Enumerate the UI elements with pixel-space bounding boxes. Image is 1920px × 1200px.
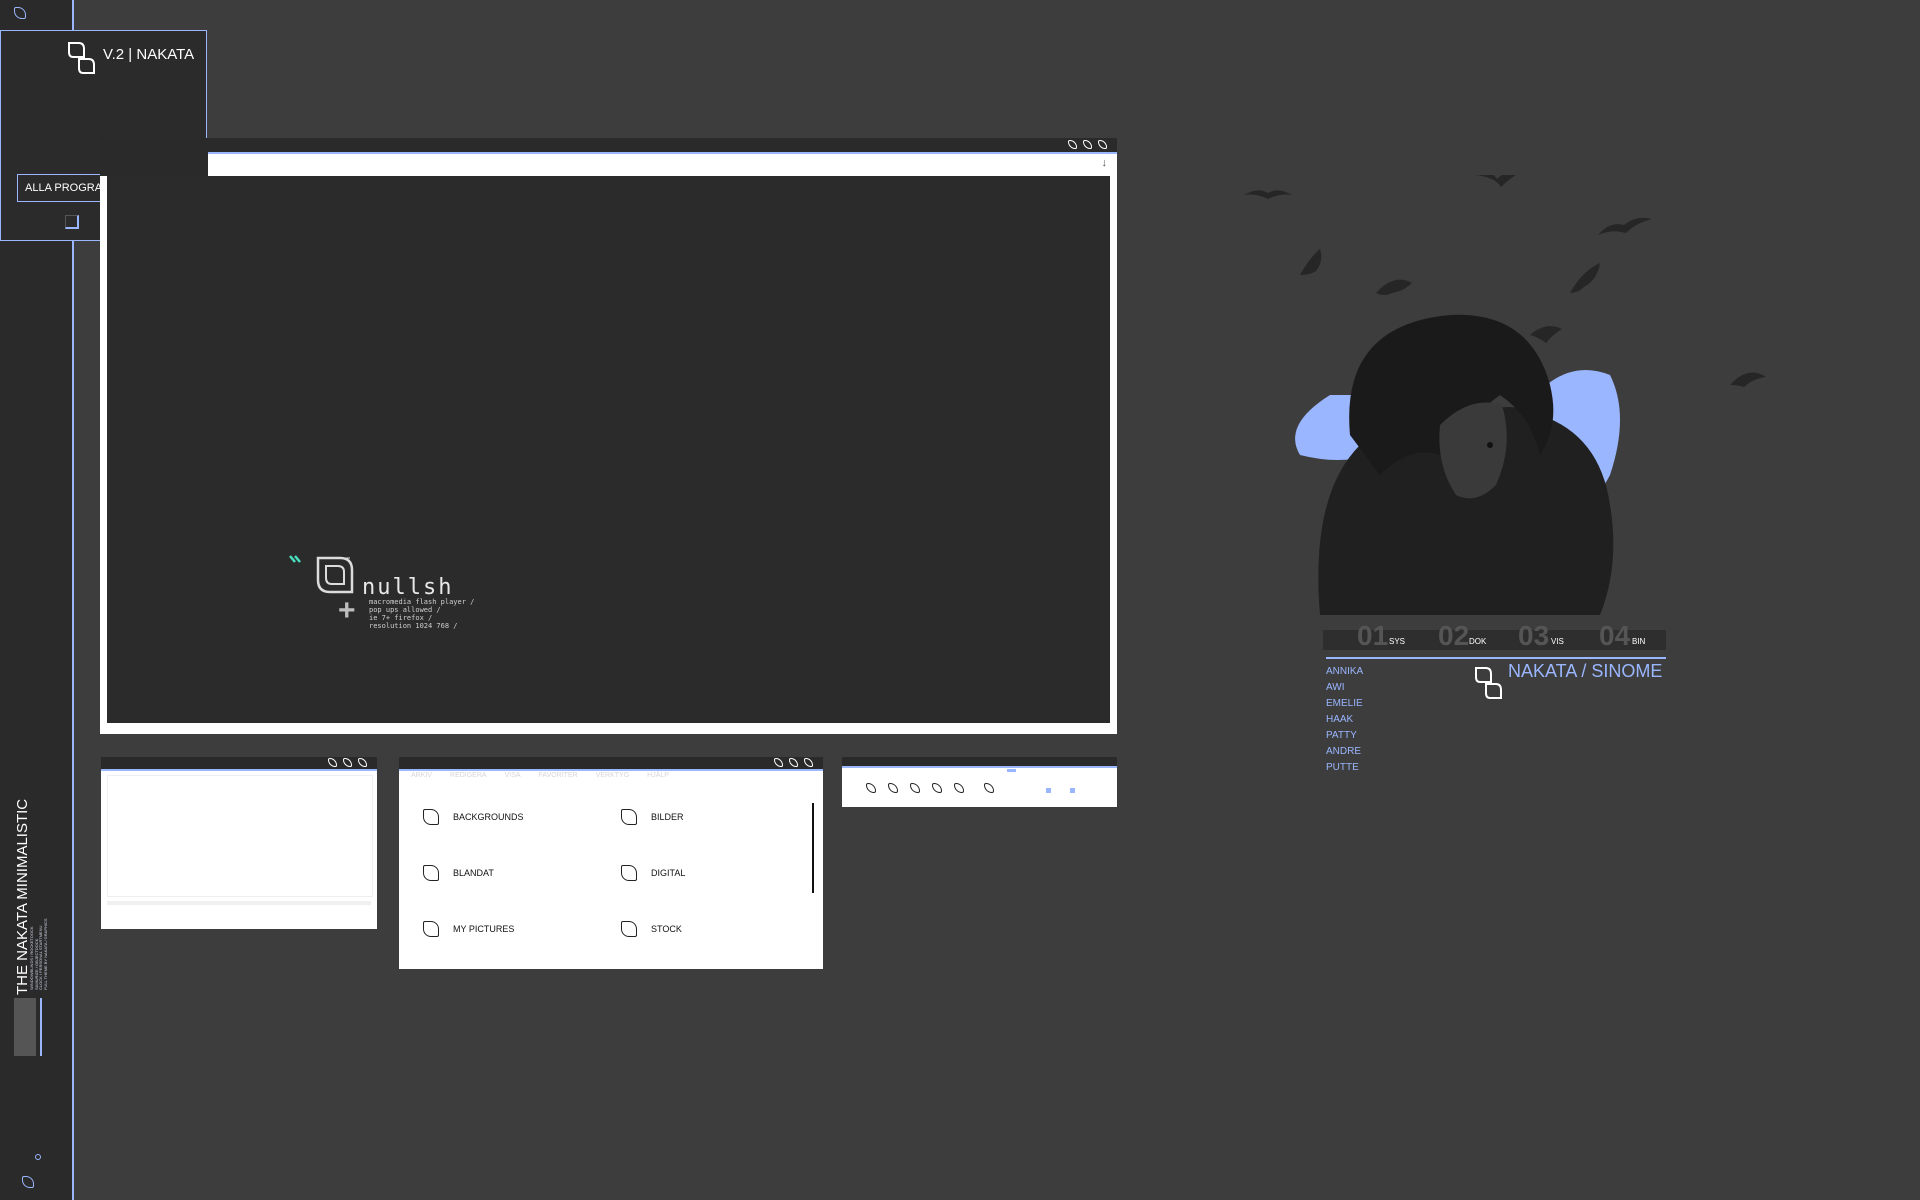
folder-item[interactable]: STOCK — [621, 921, 682, 937]
user-item-putte[interactable]: PUTTE — [1326, 762, 1363, 778]
user-item-awi[interactable]: AWI — [1326, 682, 1363, 698]
launch-icon[interactable] — [888, 783, 898, 793]
quick-launch-bar — [842, 757, 1117, 807]
user-item-haak[interactable]: HAAK — [1326, 714, 1363, 730]
minimize-icon[interactable] — [774, 758, 783, 767]
folder-icon — [621, 809, 637, 825]
blank-window-body — [101, 771, 377, 929]
folder-label: STOCK — [651, 924, 682, 934]
dock-vertical-subtitle: WINDOWBLINDS / ROCKETDOCK SAMURIZE / OBJ… — [29, 918, 48, 990]
folder-item[interactable]: MY PICTURES — [423, 921, 514, 937]
menu-visa[interactable]: VISA — [505, 772, 521, 779]
tab-number: 02 — [1438, 620, 1470, 651]
launch-icon[interactable] — [866, 783, 876, 793]
folder-item[interactable]: BILDER — [621, 809, 684, 825]
folder-menu-bar: ARKIV REDIGERA VISA FAVORITER VERKTYG HJ… — [411, 772, 669, 779]
maximize-icon[interactable] — [343, 758, 352, 767]
menu-verktyg[interactable]: VERKTYG — [596, 772, 629, 779]
blank-window-titlebar[interactable] — [101, 757, 377, 769]
folder-scrollbar[interactable] — [812, 803, 814, 893]
folder-label: MY PICTURES — [453, 924, 515, 934]
nakata-logo-icon — [1475, 667, 1502, 699]
menu-redigera[interactable]: REDIGERA — [450, 772, 487, 779]
close-icon[interactable] — [1098, 140, 1107, 149]
menu-hjalp[interactable]: HJÄLP — [647, 772, 669, 779]
folder-icon — [621, 921, 637, 937]
tray-icon[interactable] — [1046, 788, 1051, 793]
folder-item[interactable]: DIGITAL — [621, 865, 685, 881]
tab-number: 01 — [1357, 620, 1389, 651]
dock-bottom-icon[interactable] — [22, 1176, 34, 1188]
nullsh-plus: + — [338, 594, 356, 627]
nullsh-logo-icon — [289, 555, 354, 594]
tab-bin[interactable]: BIN — [1632, 637, 1645, 646]
user-item-andre[interactable]: ANDRE — [1326, 746, 1363, 762]
folder-window: ARKIV REDIGERA VISA FAVORITER VERKTYG HJ… — [399, 757, 823, 969]
character-illustration — [1244, 175, 1766, 615]
download-arrow-icon[interactable]: ↓ — [1102, 157, 1108, 169]
folder-item[interactable]: BACKGROUNDS — [423, 809, 524, 825]
user-item-annika[interactable]: ANNIKA — [1326, 666, 1363, 682]
tab-number: 03 — [1518, 620, 1550, 651]
logoff-button[interactable] — [65, 215, 79, 229]
main-window-content — [104, 176, 1113, 726]
folder-window-titlebar[interactable] — [399, 757, 823, 769]
folder-icon — [423, 921, 439, 937]
launch-icon[interactable] — [910, 783, 920, 793]
dock-dot-icon — [35, 1154, 41, 1160]
nullsh-requirements: macromedia flash player / pop ups allowe… — [369, 598, 475, 630]
blank-window-statusbar — [107, 901, 371, 905]
blank-window — [101, 757, 377, 929]
menu-favoriter[interactable]: FAVORITER — [539, 772, 578, 779]
quick-launch-indicator — [1007, 769, 1016, 772]
character-panel-divider — [1326, 657, 1666, 659]
close-icon[interactable] — [358, 758, 367, 767]
main-browser-window: ↓ — [100, 138, 1117, 734]
folder-label: BLANDAT — [453, 868, 494, 878]
minimize-icon[interactable] — [328, 758, 337, 767]
dock-accent-bar — [40, 998, 42, 1056]
maximize-icon[interactable] — [1083, 140, 1092, 149]
maximize-icon[interactable] — [789, 758, 798, 767]
folder-label: BILDER — [651, 812, 684, 822]
brand-name: NAKATA / SINOME — [1508, 661, 1663, 681]
folder-item[interactable]: BLANDAT — [423, 865, 494, 881]
launch-icon[interactable] — [932, 783, 942, 793]
tray-icon[interactable] — [1070, 788, 1075, 793]
folder-label: BACKGROUNDS — [453, 812, 524, 822]
dock-block — [14, 998, 36, 1056]
user-item-emelie[interactable]: EMELIE — [1326, 698, 1363, 714]
close-icon[interactable] — [804, 758, 813, 767]
address-bar[interactable]: ↓ — [208, 154, 1117, 176]
character-tab-panel: 01 SYS 02 DOK 03 VIS 04 BIN — [1323, 620, 1666, 651]
all-programs-label: ALLA PROGRAM — [25, 182, 112, 194]
nullsh-wordmark: nullsh — [362, 575, 454, 600]
main-window-titlebar[interactable] — [100, 138, 1117, 152]
user-item-patty[interactable]: PATTY — [1326, 730, 1363, 746]
blank-window-pane — [107, 775, 373, 897]
folder-label: DIGITAL — [651, 868, 686, 878]
tab-vis[interactable]: VIS — [1551, 637, 1564, 646]
tab-sys[interactable]: SYS — [1389, 637, 1405, 646]
tab-number: 04 — [1599, 620, 1631, 651]
folder-icon — [423, 865, 439, 881]
folder-icon — [423, 809, 439, 825]
tab-dok[interactable]: DOK — [1469, 637, 1486, 646]
start-menu-title: V.2 | NAKATA — [103, 46, 195, 63]
launch-icon[interactable] — [984, 783, 994, 793]
folder-icon — [621, 865, 637, 881]
menu-arkiv[interactable]: ARKIV — [411, 772, 432, 779]
dock-start-icon[interactable] — [14, 7, 26, 19]
user-list: ANNIKA AWI EMELIE HAAK PATTY ANDRE PUTTE — [1326, 666, 1363, 778]
nakata-logo-icon — [68, 42, 95, 74]
launch-icon[interactable] — [954, 783, 964, 793]
minimize-icon[interactable] — [1068, 140, 1077, 149]
